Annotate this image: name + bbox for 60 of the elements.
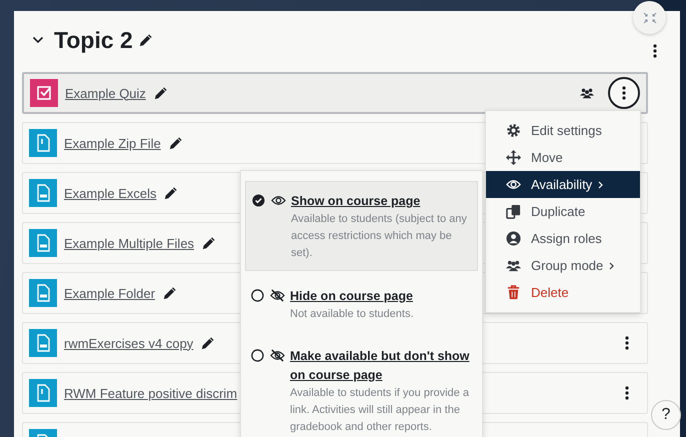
menu-item[interactable]: Duplicate <box>486 198 640 225</box>
option-title: Hide on course page <box>290 288 414 305</box>
option-description: Not available to students. <box>290 307 414 322</box>
option-description: Available to students (subject to any access restrictions which may be set). <box>291 212 468 261</box>
spreadsheet-file-icon <box>29 229 57 257</box>
more-options-icon <box>653 44 657 58</box>
group-icon <box>506 258 521 273</box>
menu-item[interactable]: Edit settings <box>486 117 640 144</box>
more-options-icon <box>622 86 626 100</box>
gear-icon <box>506 123 521 138</box>
more-options-icon <box>625 386 629 400</box>
quiz-icon <box>30 79 58 107</box>
pencil-icon <box>138 33 153 47</box>
menu-item[interactable]: Group mode <box>486 252 640 279</box>
pencil-icon <box>164 186 178 200</box>
availability-option[interactable]: Show on course page Available to students (subject to any access restrictions which may be set). <box>245 181 478 271</box>
collapse-button[interactable] <box>633 1 666 34</box>
availability-option[interactable]: Make available but don't show on course page Available to students if you provide a link. Activities will still appear in the gradebook and other reports. <box>245 337 478 437</box>
spreadsheet-file-icon <box>29 179 57 207</box>
pencil-icon <box>201 336 216 350</box>
option-title: Make available but don't show on course page <box>290 348 470 384</box>
more-options-icon <box>625 336 629 350</box>
move-arrows-icon <box>506 150 521 165</box>
activity-link[interactable]: Example Excels <box>64 186 156 200</box>
spreadsheet-file-icon <box>29 329 57 357</box>
chevron-right-icon <box>609 262 614 270</box>
eye-icon <box>506 177 521 192</box>
collapse-section-button[interactable] <box>32 36 44 44</box>
section-title: Topic 2 <box>54 26 133 54</box>
file-icon <box>29 379 57 407</box>
activity-link[interactable]: Example Multiple Files <box>64 236 194 250</box>
activity-link[interactable]: RWM Feature positive discrim <box>64 386 238 400</box>
availability-option[interactable]: Hide on course page Not available to students. <box>245 277 478 331</box>
spreadsheet-file-icon <box>29 279 57 307</box>
chevron-right-icon <box>598 180 604 188</box>
pencil-icon <box>202 236 216 250</box>
pencil-icon <box>154 86 168 100</box>
activity-link[interactable]: rwmExercises v4 copy <box>64 336 194 350</box>
file-icon <box>29 129 57 157</box>
pencil-icon <box>168 136 183 150</box>
eye-slash-icon <box>270 349 285 362</box>
group-icon <box>580 87 594 99</box>
chevron-down-icon <box>32 36 44 44</box>
option-description: Available to students if you provide a link. Activities will still appear in the gradebook and other reports. <box>290 386 470 435</box>
menu-item[interactable]: Move <box>486 144 640 171</box>
activity-link[interactable]: Example Quiz <box>65 86 146 100</box>
eye-slash-icon <box>270 289 285 302</box>
menu-item[interactable]: Delete <box>486 279 640 306</box>
pencil-icon <box>163 286 178 300</box>
menu-item[interactable]: Availability <box>486 171 640 198</box>
activity-link[interactable]: Example Folder <box>64 286 156 300</box>
eye-icon <box>271 194 286 207</box>
more-options-button[interactable] <box>608 77 640 109</box>
trash-icon <box>506 285 521 300</box>
user-circle-icon <box>506 231 521 246</box>
menu-item[interactable]: Assign roles <box>486 225 640 252</box>
option-title: Show on course page <box>291 193 422 210</box>
activity-link[interactable]: Example Zip File <box>64 136 161 150</box>
copy-icon <box>506 204 521 219</box>
collapse-icon <box>642 12 656 24</box>
